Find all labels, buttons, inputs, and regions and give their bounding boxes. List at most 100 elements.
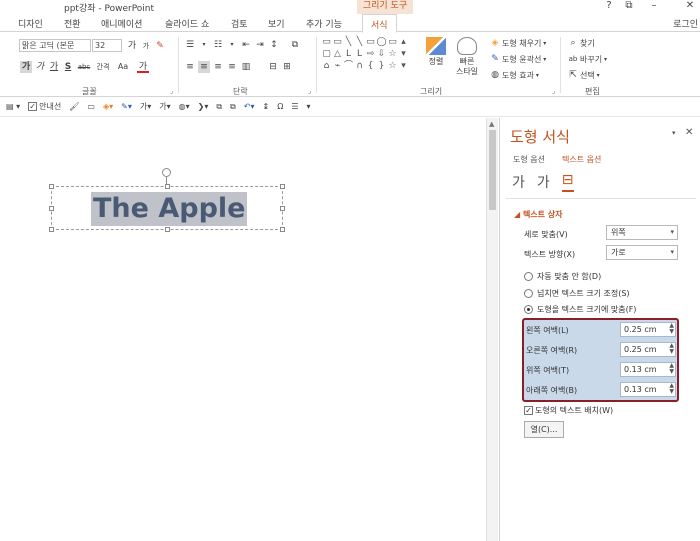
right-margin-input[interactable]: 0.25 cm ▲ ▼ [620,342,676,357]
send-backward-icon[interactable]: ⧉ [230,102,236,112]
shrink-font-button[interactable]: 가 [140,40,152,52]
drawing-dialog-launcher-icon[interactable]: ⌟ [552,87,555,95]
increase-indent-icon[interactable]: ⇥ [254,39,266,51]
resize-handle[interactable] [49,206,54,211]
shapes-gallery[interactable]: ▭ ▭ ╲ ╲ ▭ ◯ ▭ ▴ ▢ △ ᒪ ᒪ ⇨ ⇩ ☆ ▾ ⌂ ⌁ ⌒ ∩{} ☆ ▾ [321,36,411,80]
char-spacing-button[interactable]: 간격 [94,61,112,73]
customize-icon[interactable]: ▾ [306,102,310,111]
minimize-icon[interactable]: – [646,0,662,11]
close-icon[interactable]: ✕ [682,0,698,11]
shape-outline-button[interactable]: ✎ 도형 윤곽선 ▾ [488,53,546,65]
vertical-scrollbar[interactable]: ▲ [486,118,498,541]
quick-styles-button[interactable]: 빠른 스타일 [452,37,482,77]
shape-fill-button[interactable]: ◈ 도형 채우기 ▾ [488,37,547,49]
italic-button[interactable]: 가 [34,61,46,73]
guides-checkbox[interactable]: ✓ 안내선 [28,101,61,112]
grow-font-button[interactable]: 가 [126,40,138,52]
valign-dropdown[interactable]: 위쪽 ▾ [606,225,678,240]
tab-animations[interactable]: 애니메이션 [101,17,142,30]
shadow-button[interactable]: S [62,61,74,73]
tab-shape-options[interactable]: 도형 옵션 [513,154,545,165]
section-textbox[interactable]: ◢ 텍스트 상자 [514,209,563,220]
highlight-icon[interactable]: 가▾ [159,101,170,112]
left-margin-input[interactable]: 0.25 cm ▲ ▼ [620,322,676,337]
format-painter-icon[interactable]: 🖌 [69,102,79,111]
ruler-icon[interactable]: ▤ ▾ [6,102,20,111]
scroll-up-icon[interactable]: ▲ [489,120,494,128]
clear-format-icon[interactable]: ✎ [154,40,166,52]
symbol-icon[interactable]: Ω [277,102,283,111]
tab-design[interactable]: 디자인 [18,17,43,30]
pane-close-icon[interactable]: ✕ [685,127,693,138]
change-case-button[interactable]: Aa [114,61,132,73]
outline-color-icon[interactable]: ✎▾ [121,102,132,111]
rotate-handle[interactable] [162,168,171,177]
text-effects-icon[interactable]: 가 [537,172,550,192]
more-icon[interactable]: ☰ [291,102,298,111]
columns-icon[interactable]: ▥ [240,61,252,73]
scroll-thumb[interactable] [489,130,496,210]
tab-slideshow[interactable]: 슬라이드 쇼 [165,17,209,30]
text-direction-icon[interactable]: ⧉ [289,39,301,51]
wrap-text-checkbox[interactable]: ✓ 도형의 텍스트 배치(W) [524,405,613,416]
strikethrough-button[interactable]: abc [76,61,92,73]
top-margin-input[interactable]: 0.13 cm ▲ ▼ [620,362,676,377]
bring-forward-icon[interactable]: ⧉ [216,102,222,112]
resize-handle[interactable] [280,184,285,189]
font-color-button[interactable]: 가 [137,61,149,73]
justify-icon[interactable]: ≡ [226,61,238,73]
bullets-icon[interactable]: ☰ [184,39,196,51]
bold-button[interactable]: 가 [20,61,32,73]
decrease-indent-icon[interactable]: ⇤ [240,39,252,51]
font-dialog-launcher-icon[interactable]: ⌟ [170,87,173,95]
align-center-icon[interactable]: ≡ [198,61,210,73]
bottom-margin-input[interactable]: 0.13 cm ▲ ▼ [620,382,676,397]
align-left-icon[interactable]: ≡ [184,61,196,73]
text-fill-icon[interactable]: 가 [512,172,525,192]
find-button[interactable]: ⌕ 찾기 [566,37,594,49]
slide-canvas[interactable] [0,118,486,541]
numbering-icon[interactable]: ☷ [212,39,224,51]
columns-button[interactable]: 열(C)... [524,421,564,438]
resize-handle[interactable] [165,184,170,189]
line-spacing-qat-icon[interactable]: ↨ [262,102,269,111]
tab-format[interactable]: 서식 [362,14,397,33]
underline-button[interactable]: 가 [48,61,60,73]
resize-handle[interactable] [165,227,170,232]
direction-dropdown[interactable]: 가로 ▾ [606,245,678,260]
align-text-icon[interactable]: ⊟ [267,61,279,73]
font-color-qat-icon[interactable]: 가▾ [140,101,151,112]
font-size-dropdown[interactable]: 32 [92,39,122,52]
replace-button[interactable]: ab 바꾸기 ▾ [566,53,607,65]
line-spacing-icon[interactable]: ↕ [268,39,280,51]
smartart-icon[interactable]: ⊞ [281,61,293,73]
tab-transitions[interactable]: 전환 [64,17,81,30]
select-button[interactable]: ⇱ 선택 ▾ [566,69,599,81]
radio-no-autofit[interactable]: 자동 맞춤 안 함(D) [524,271,601,282]
align-right-icon[interactable]: ≡ [212,61,224,73]
tab-text-options[interactable]: 텍스트 옵션 [562,154,601,165]
radio-shrink-on-overflow[interactable]: 넘치면 텍스트 크기 조정(S) [524,288,630,299]
arrange-button[interactable]: 정렬 [423,37,449,67]
fill-color-icon[interactable]: ◈▾ [103,102,113,111]
tab-addins[interactable]: 추가 기능 [306,17,342,30]
resize-handle[interactable] [49,227,54,232]
resize-handle[interactable] [280,227,285,232]
paragraph-dialog-launcher-icon[interactable]: ⌟ [308,87,311,95]
pane-options-icon[interactable]: ▾ [672,129,676,137]
sign-in-link[interactable]: 로그인 [673,17,698,30]
radio-resize-shape[interactable]: 도형을 텍스트 크기에 맞춤(F) [524,304,636,315]
ribbon-display-icon[interactable]: ⧉ [621,0,637,11]
undo-icon[interactable]: ↶▾ [244,102,255,111]
animation-icon[interactable]: ❯▾ [198,102,209,111]
textbox-icon[interactable]: ⊟ [561,172,574,192]
effects-icon[interactable]: ◍▾ [179,102,190,111]
font-name-dropdown[interactable]: 맑은 고딕 (본문 [19,39,91,52]
selected-text[interactable]: The Apple [91,192,248,226]
slide-icon[interactable]: ▭ [87,102,95,111]
resize-handle[interactable] [49,184,54,189]
tab-view[interactable]: 보기 [268,17,285,30]
tab-review[interactable]: 검토 [231,17,248,30]
shape-effects-button[interactable]: ◍ 도형 효과 ▾ [488,69,539,81]
help-icon[interactable]: ? [601,0,617,11]
